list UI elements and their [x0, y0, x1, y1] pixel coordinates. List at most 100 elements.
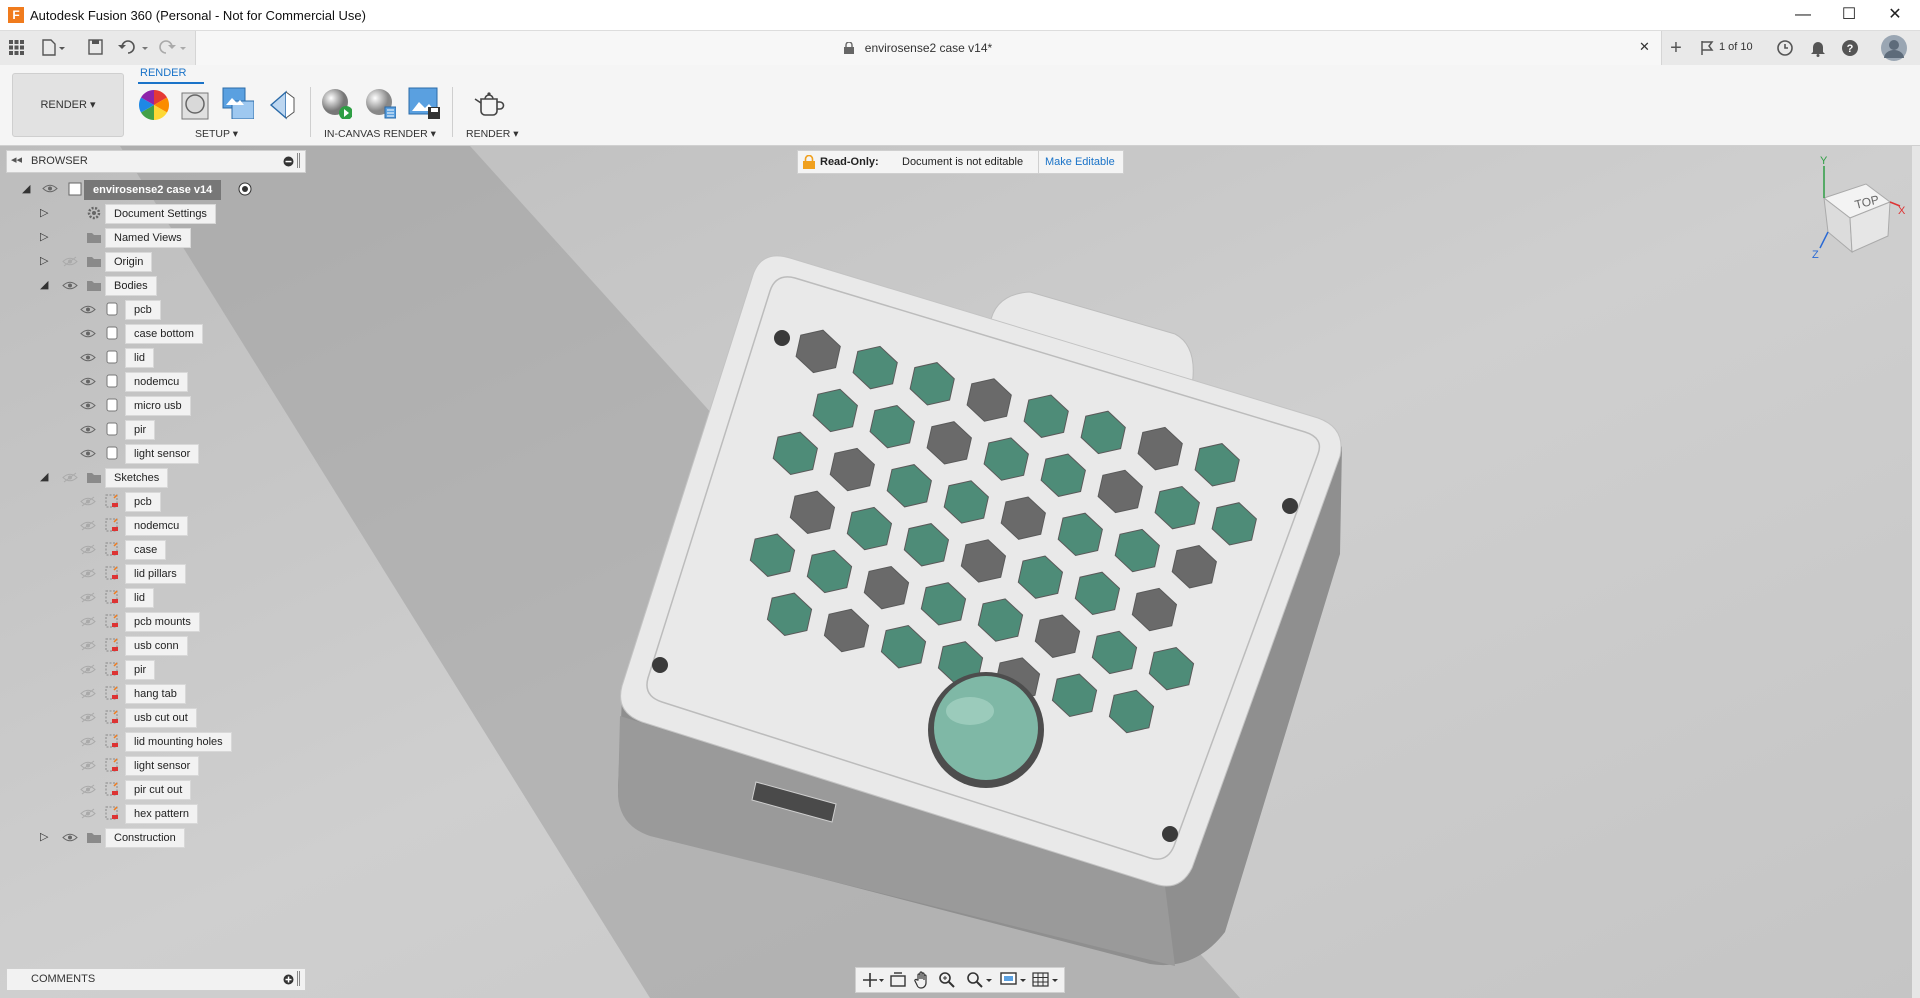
browser-item-label[interactable]: light sensor [125, 444, 200, 464]
visibility-eye-icon[interactable] [62, 832, 78, 843]
appearance-color-wheel-icon[interactable] [138, 89, 170, 121]
grid-menu-icon[interactable] [9, 40, 24, 55]
visibility-eye-icon[interactable] [80, 304, 96, 315]
browser-item-label[interactable]: hex pattern [125, 804, 199, 824]
browser-item-label[interactable]: usb conn [125, 636, 188, 656]
visibility-eye-icon[interactable] [62, 280, 78, 291]
notifications-bell-icon[interactable] [1810, 39, 1826, 57]
collapse-browser-icon[interactable]: ◂◂ [11, 153, 22, 166]
comments-add-icon[interactable] [283, 974, 294, 985]
activate-radio-icon[interactable] [238, 182, 252, 196]
look-at-icon[interactable] [890, 972, 906, 988]
visibility-eye-icon[interactable] [80, 424, 96, 435]
capture-image-icon[interactable] [408, 87, 440, 119]
hidden-eye-icon[interactable] [80, 520, 96, 531]
undo-icon[interactable] [118, 39, 150, 55]
scene-settings-icon[interactable] [222, 87, 254, 119]
in-canvas-render-settings-icon[interactable] [364, 87, 396, 119]
visibility-eye-icon[interactable] [80, 376, 96, 387]
tab-render[interactable]: RENDER [140, 67, 186, 79]
orbit-icon[interactable] [862, 972, 884, 988]
grid-snap-icon[interactable] [1032, 971, 1060, 989]
visibility-eye-icon[interactable] [80, 328, 96, 339]
setup-group-label[interactable]: SETUP ▾ [195, 128, 238, 140]
browser-item-label[interactable]: pcb [125, 300, 161, 320]
hidden-eye-icon[interactable] [80, 544, 96, 555]
in-canvas-render-group-label[interactable]: IN-CANVAS RENDER ▾ [324, 128, 436, 140]
comments-panel-header[interactable]: COMMENTS [6, 968, 306, 991]
browser-item-label[interactable]: case [125, 540, 167, 560]
browser-item-label[interactable]: pcb [125, 492, 161, 512]
browser-item-label[interactable]: lid [125, 588, 155, 608]
in-canvas-render-icon[interactable] [320, 87, 352, 119]
browser-item-label[interactable]: Construction [105, 828, 185, 848]
user-avatar-icon[interactable] [1880, 34, 1908, 62]
render-teapot-icon[interactable] [473, 89, 505, 121]
browser-item-label[interactable]: micro usb [125, 396, 191, 416]
view-cube[interactable]: TOP Y X Z [1800, 154, 1910, 264]
browser-item-label[interactable]: pcb mounts [125, 612, 200, 632]
hidden-eye-icon[interactable] [80, 640, 96, 651]
hidden-eye-icon[interactable] [80, 616, 96, 627]
visibility-eye-icon[interactable] [42, 183, 58, 194]
browser-item-label[interactable]: nodemcu [125, 516, 189, 536]
browser-item-label[interactable]: pir [125, 420, 156, 440]
browser-item-label[interactable]: Origin [105, 252, 153, 272]
new-tab-button[interactable]: + [1662, 33, 1690, 63]
browser-item-label[interactable]: lid mounting holes [125, 732, 232, 752]
job-status-icon[interactable] [1700, 40, 1716, 56]
collapse-triangle-icon[interactable]: ◢ [40, 470, 48, 483]
expand-triangle-icon[interactable]: ▷ [40, 206, 48, 219]
visibility-eye-icon[interactable] [80, 448, 96, 459]
zoom-icon[interactable] [938, 971, 956, 989]
browser-item-label[interactable]: case bottom [125, 324, 203, 344]
hidden-eye-icon[interactable] [80, 736, 96, 747]
job-status-count[interactable]: 1 of 10 [1719, 41, 1753, 53]
browser-item-label[interactable]: Sketches [105, 468, 169, 488]
hidden-eye-icon[interactable] [80, 568, 96, 579]
display-settings-icon[interactable] [1000, 971, 1028, 989]
browser-item-label[interactable]: Named Views [105, 228, 191, 248]
hidden-eye-icon[interactable] [62, 256, 78, 267]
hidden-eye-icon[interactable] [80, 808, 96, 819]
redo-icon[interactable] [158, 39, 188, 55]
visibility-eye-icon[interactable] [80, 400, 96, 411]
hidden-eye-icon[interactable] [80, 712, 96, 723]
make-editable-link[interactable]: Make Editable [1045, 156, 1115, 168]
expand-triangle-icon[interactable]: ▷ [40, 230, 48, 243]
browser-item-label[interactable]: pir cut out [125, 780, 192, 800]
save-icon[interactable] [88, 39, 103, 55]
maximize-button[interactable]: ☐ [1826, 0, 1872, 30]
expand-triangle-icon[interactable]: ▷ [40, 830, 48, 843]
close-window-button[interactable]: ✕ [1872, 0, 1918, 30]
browser-header[interactable]: ◂◂ BROWSER [6, 150, 306, 173]
browser-item-label[interactable]: hang tab [125, 684, 186, 704]
document-tab[interactable]: envirosense2 case v14* ✕ [195, 31, 1662, 65]
hidden-eye-icon[interactable] [80, 664, 96, 675]
comments-pin-icon[interactable] [297, 971, 300, 986]
root-component-label[interactable]: envirosense2 case v14 [84, 180, 222, 200]
visibility-eye-icon[interactable] [80, 352, 96, 363]
hidden-eye-icon[interactable] [80, 688, 96, 699]
minimize-button[interactable]: — [1780, 0, 1826, 30]
browser-item-label[interactable]: lid pillars [125, 564, 186, 584]
workspace-switcher-button[interactable]: RENDER ▾ [12, 73, 124, 137]
collapse-triangle-icon[interactable]: ◢ [40, 278, 48, 291]
browser-item-label[interactable]: usb cut out [125, 708, 197, 728]
render-group-label[interactable]: RENDER ▾ [466, 128, 519, 140]
browser-pin-icon[interactable] [297, 153, 300, 168]
model-canvas[interactable] [0, 146, 1920, 998]
decal-icon[interactable] [268, 89, 300, 121]
browser-item-label[interactable]: Document Settings [105, 204, 216, 224]
hidden-eye-icon[interactable] [80, 784, 96, 795]
hidden-eye-icon[interactable] [80, 592, 96, 603]
collapse-triangle-icon[interactable]: ◢ [22, 182, 30, 195]
help-icon[interactable]: ? [1841, 39, 1859, 57]
3d-viewport[interactable]: TOP Y X Z [0, 146, 1920, 998]
physical-material-icon[interactable] [180, 89, 212, 121]
browser-item-label[interactable]: pir [125, 660, 156, 680]
browser-item-label[interactable]: light sensor [125, 756, 200, 776]
browser-item-label[interactable]: Bodies [105, 276, 157, 296]
zoom-window-icon[interactable] [966, 971, 994, 989]
browser-item-label[interactable]: nodemcu [125, 372, 189, 392]
